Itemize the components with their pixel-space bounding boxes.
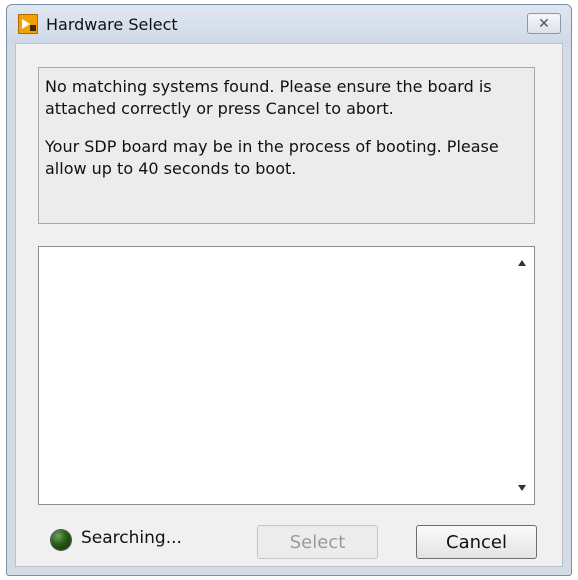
- systems-list[interactable]: [38, 246, 535, 505]
- cancel-button[interactable]: Cancel: [416, 525, 537, 559]
- status-led-icon: [51, 530, 71, 550]
- close-icon: ✕: [538, 15, 550, 32]
- select-button[interactable]: Select: [257, 525, 378, 559]
- status-label: Searching...: [81, 528, 182, 548]
- message-box: No matching systems found. Please ensure…: [38, 67, 535, 224]
- message-line-2: Your SDP board may be in the process of …: [45, 137, 499, 178]
- close-button[interactable]: ✕: [527, 13, 561, 34]
- hardware-select-dialog: Hardware Select ✕ No matching systems fo…: [6, 4, 572, 576]
- window-title: Hardware Select: [46, 15, 178, 34]
- scroll-down-arrow-icon[interactable]: [518, 485, 526, 491]
- dialog-body: No matching systems found. Please ensure…: [15, 43, 563, 567]
- title-bar[interactable]: Hardware Select ✕: [7, 5, 571, 43]
- scroll-up-arrow-icon[interactable]: [518, 260, 526, 266]
- app-icon: [18, 14, 38, 34]
- message-line-1: No matching systems found. Please ensure…: [45, 77, 492, 118]
